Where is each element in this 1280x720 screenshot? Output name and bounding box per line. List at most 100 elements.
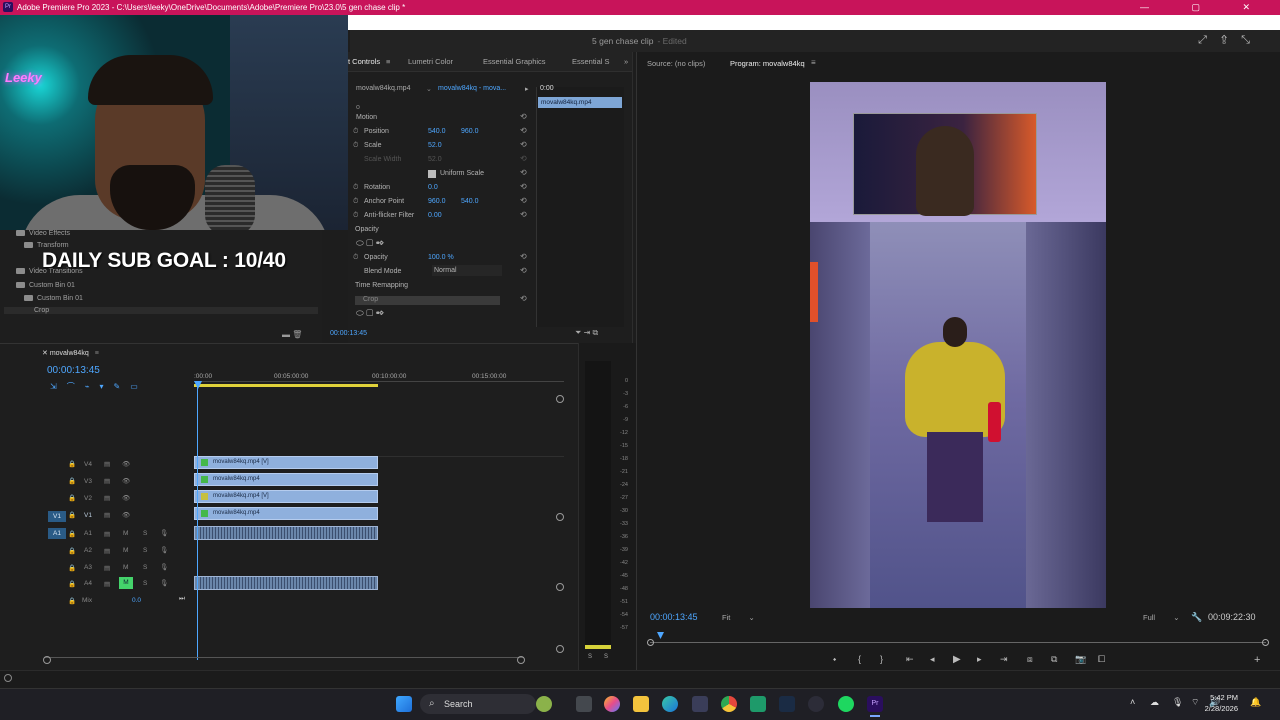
stopwatch-icon[interactable]: ⏱ [353,254,358,262]
reset-icon[interactable]: ⟲ [520,112,527,121]
store-icon[interactable] [692,696,708,712]
chevron-up-icon[interactable]: ˄ [1130,697,1135,707]
reset-icon[interactable]: ⟲ [520,294,527,303]
resolution-select[interactable]: Full ⌄ [1143,613,1179,622]
rotation-value[interactable]: 0.0 [428,184,438,191]
solo-button[interactable]: S [143,547,147,554]
video-clip-v1[interactable]: movalw84kq.mp4 [194,507,378,520]
play-only-icon[interactable]: ▸ [525,85,529,93]
sync-lock-icon[interactable]: ▤ [104,580,110,588]
reset-icon[interactable]: ⟲ [520,182,527,191]
source-patch-a1[interactable]: A1 [48,528,66,539]
step-back-icon[interactable]: ◂ [930,654,935,665]
reset-icon[interactable]: ⟲ [520,266,527,275]
timeline-tools[interactable]: ⇲⌒⌁▾✎▭ [50,381,148,392]
taskbar-search[interactable]: ⌕ Search [420,694,536,714]
mic-icon[interactable]: 🎙 [160,563,168,571]
mix-value[interactable]: 0.0 [132,597,141,604]
scroll-handle-icon[interactable] [647,639,654,646]
scroll-handle-icon[interactable] [517,656,525,664]
wrench-icon[interactable]: 🔧 [1191,612,1202,623]
source-clip[interactable]: movalw84kq.mp4 [356,85,410,92]
crop-effect-row[interactable]: Crop [355,296,500,305]
eye-icon[interactable]: 👁 [122,494,130,502]
reset-icon[interactable]: ⟲ [520,196,527,205]
audio-clip-a4[interactable] [194,576,378,590]
time-ruler[interactable] [194,381,564,382]
lock-icon[interactable]: 🔒 [68,564,76,572]
solo-button[interactable]: S [143,530,147,537]
stopwatch-icon[interactable]: ⏱ [353,142,358,150]
lock-icon[interactable]: 🔒 [68,494,76,502]
windows-start-icon[interactable] [396,696,412,712]
audio-clip-a1[interactable] [194,526,378,540]
program-scrubber[interactable] [650,642,1266,643]
lock-icon[interactable]: 🔒 [68,530,76,538]
scroll-handle-icon[interactable] [556,583,564,591]
chrome-icon[interactable] [721,696,737,712]
task-view-icon[interactable] [576,696,592,712]
position-y-value[interactable]: 960.0 [461,128,479,135]
scroll-handle-icon[interactable] [556,645,564,653]
play-button-icon[interactable]: ▶ [953,654,961,665]
reset-icon[interactable]: ⟲ [520,210,527,219]
reset-icon[interactable]: ⟲ [520,140,527,149]
source-patch-v1[interactable]: V1 [48,511,66,522]
eye-icon[interactable]: 👁 [122,511,130,519]
tab-lumetri-color[interactable]: Lumetri Color [408,52,453,72]
file-explorer-icon[interactable] [633,696,649,712]
notification-bell-icon[interactable]: 🔔 [1250,697,1261,708]
tab-essential-graphics[interactable]: Essential Graphics [483,52,546,72]
premiere-taskbar-icon[interactable]: Pr [867,696,883,712]
go-to-end-icon[interactable]: ⏭ [179,595,185,603]
reset-icon[interactable]: ⟲ [520,126,527,135]
sync-lock-icon[interactable]: ▤ [104,547,110,555]
lift-icon[interactable]: ⧈ [1027,654,1033,665]
app-icon[interactable] [750,696,766,712]
scroll-handle-icon[interactable] [556,395,564,403]
mic-icon[interactable]: 🎙 [160,546,168,554]
time-remapping-label[interactable]: Time Remapping [355,282,408,289]
reset-icon[interactable]: ⟲ [520,168,527,177]
solo-button[interactable]: S [143,564,147,571]
comparison-view-icon[interactable]: ⧠ [1098,654,1105,665]
timeline-vscroll[interactable] [556,395,564,655]
work-area-bar[interactable] [194,384,378,387]
antiflicker-value[interactable]: 0.00 [428,212,442,219]
zoom-select[interactable]: Fit ⌄ [722,613,755,622]
lock-icon[interactable]: 🔒 [68,477,76,485]
tab-essential-sound[interactable]: Essential S [572,52,610,72]
solo-button[interactable]: S [143,580,147,587]
chevron-down-icon[interactable]: ⌄ [426,85,432,93]
video-clip-v2[interactable]: movalw84kq.mp4 [V] [194,490,378,503]
widgets-icon[interactable] [536,696,552,712]
spotify-icon[interactable] [838,696,854,712]
tab-menu-icon[interactable]: ≡ [386,52,390,72]
panel-overflow-icon[interactable]: » [624,52,628,72]
add-button-icon[interactable]: + [1254,654,1260,666]
lock-icon[interactable]: 🔒 [68,511,76,519]
program-video-frame[interactable] [810,82,1106,608]
crop-mask-tools[interactable]: ⬭ ▢ ✒ [356,308,385,319]
mute-button-active[interactable]: M [119,577,133,589]
ec-timecode[interactable]: 00:00:13:45 [330,330,367,337]
app-icon[interactable] [808,696,824,712]
eye-icon[interactable]: 👁 [122,460,130,468]
scroll-handle-icon[interactable] [43,656,51,664]
ec-clip-bar[interactable]: movalw84kq.mp4 [538,97,622,108]
sync-lock-icon[interactable]: ▤ [104,511,110,519]
sequence-clip[interactable]: movalw84kq - mova... [438,85,506,92]
solo-right-button[interactable]: S [604,654,608,660]
edge-icon[interactable] [662,696,678,712]
sequence-timecode[interactable]: 00:00:13:45 [47,365,100,376]
lock-icon[interactable]: 🔒 [68,580,76,588]
new-bin-icon[interactable]: ▬ 🗑 [282,330,302,339]
go-to-out-icon[interactable]: ⇥ [1000,654,1008,665]
list-item[interactable]: Custom Bin 01 [24,295,83,302]
list-item-selected[interactable]: Crop [4,307,318,314]
taskbar-clock[interactable]: 5:42 PM 2/28/2026 [1205,692,1238,714]
list-item[interactable]: Custom Bin 01 [16,282,75,289]
sync-lock-icon[interactable]: ▤ [104,460,110,468]
sync-lock-icon[interactable]: ▤ [104,564,110,572]
anchor-y-value[interactable]: 540.0 [461,198,479,205]
